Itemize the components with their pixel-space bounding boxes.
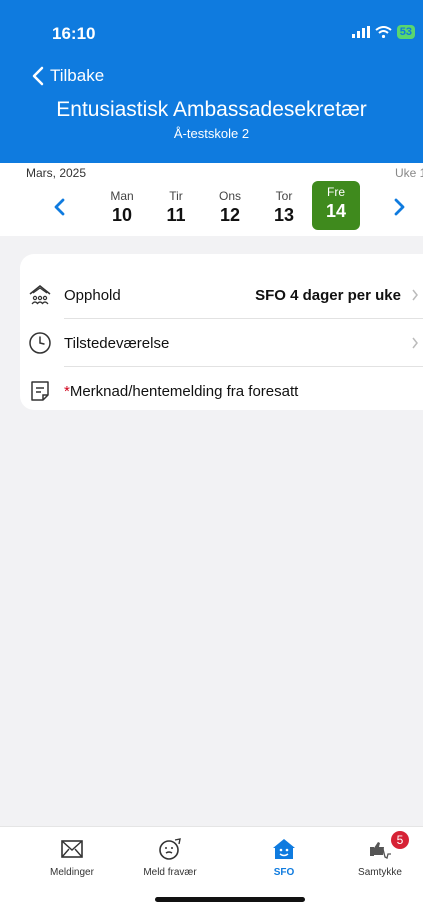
thumbs-icon	[370, 842, 391, 859]
day-name: Tor	[275, 189, 293, 203]
merknad-text: Merknad/hentemelding fra foresatt	[69, 382, 299, 400]
tilstedevaerelse-label: Tilstedeværelse	[64, 334, 170, 352]
row-tilstedevaerelse[interactable]: Tilstedeværelse	[20, 319, 423, 367]
tab-label: Samtykke	[358, 867, 402, 878]
wifi-icon	[375, 26, 392, 38]
tab-samtykke[interactable]: 5 Samtykke	[335, 831, 423, 878]
tab-label: Meld fravær	[143, 867, 197, 878]
chevron-right-icon	[412, 337, 418, 349]
day-number: 10	[111, 205, 133, 225]
next-week-button[interactable]	[393, 197, 407, 217]
chevron-right-icon	[412, 289, 418, 301]
building-icon	[29, 285, 51, 305]
face-icon	[159, 838, 181, 860]
status-bar: 16:10 53	[0, 0, 423, 60]
day-wednesday[interactable]: Ons 12	[206, 185, 254, 230]
note-icon	[31, 381, 49, 401]
row-opphold[interactable]: Opphold SFO 4 dager per uke	[20, 271, 423, 319]
row-merknad[interactable]: *Merknad/hentemelding fra foresatt	[20, 367, 423, 415]
tab-label: Meldinger	[50, 867, 94, 878]
status-time: 16:10	[52, 24, 96, 43]
day-number: 11	[166, 205, 186, 225]
envelope-icon	[61, 840, 83, 858]
details-card: Opphold SFO 4 dager per uke Tilstedevære…	[20, 254, 423, 410]
day-number: 12	[219, 205, 241, 225]
opphold-value: SFO 4 dager per uke	[255, 286, 401, 304]
day-number: 13	[273, 205, 295, 225]
day-monday[interactable]: Man 10	[98, 185, 146, 230]
signal-icon	[351, 26, 370, 38]
day-name: Man	[110, 189, 134, 203]
opphold-label: Opphold	[64, 286, 121, 304]
prev-week-button[interactable]	[52, 197, 66, 217]
tab-sfo[interactable]: SFO	[239, 837, 329, 878]
back-label: Tilbake	[50, 66, 105, 85]
day-friday-selected[interactable]: Fre 14	[312, 181, 360, 230]
house-icon	[273, 839, 295, 859]
battery-icon: 53	[396, 25, 415, 39]
page-title: Entusiastisk Ambassadesekretær	[56, 98, 367, 121]
day-name: Fre	[327, 185, 345, 199]
back-button[interactable]: Tilbake	[32, 66, 104, 86]
tab-meldinger[interactable]: Meldinger	[27, 837, 117, 878]
app-header: 16:10 53 Tilbake Entusiastisk Ambassades…	[0, 0, 423, 163]
status-icons: 53	[351, 25, 415, 39]
day-name: Tir	[169, 189, 183, 203]
month-label: Mars, 2025	[26, 166, 87, 180]
tab-bar: Meldinger Meld fravær SFO 5 Samtykke	[0, 826, 423, 904]
week-selector: Mars, 2025 Uke 11 Man 10 Tir 11 Ons 12 T…	[0, 163, 423, 236]
page-subtitle: Å-testskole 2	[173, 126, 250, 141]
day-tuesday[interactable]: Tir 11	[152, 185, 200, 230]
day-thursday[interactable]: Tor 13	[260, 185, 308, 230]
merknad-label: *Merknad/hentemelding fra foresatt	[64, 383, 298, 400]
chevron-left-icon	[32, 66, 44, 86]
day-name: Ons	[218, 189, 241, 203]
notification-badge: 5	[391, 831, 409, 849]
week-label: Uke 11	[395, 166, 423, 180]
clock-icon	[29, 332, 51, 354]
tab-label: SFO	[273, 867, 295, 878]
day-number: 14	[325, 201, 347, 221]
tab-meld-fravaer[interactable]: Meld fravær	[125, 837, 215, 878]
home-indicator	[155, 897, 305, 902]
